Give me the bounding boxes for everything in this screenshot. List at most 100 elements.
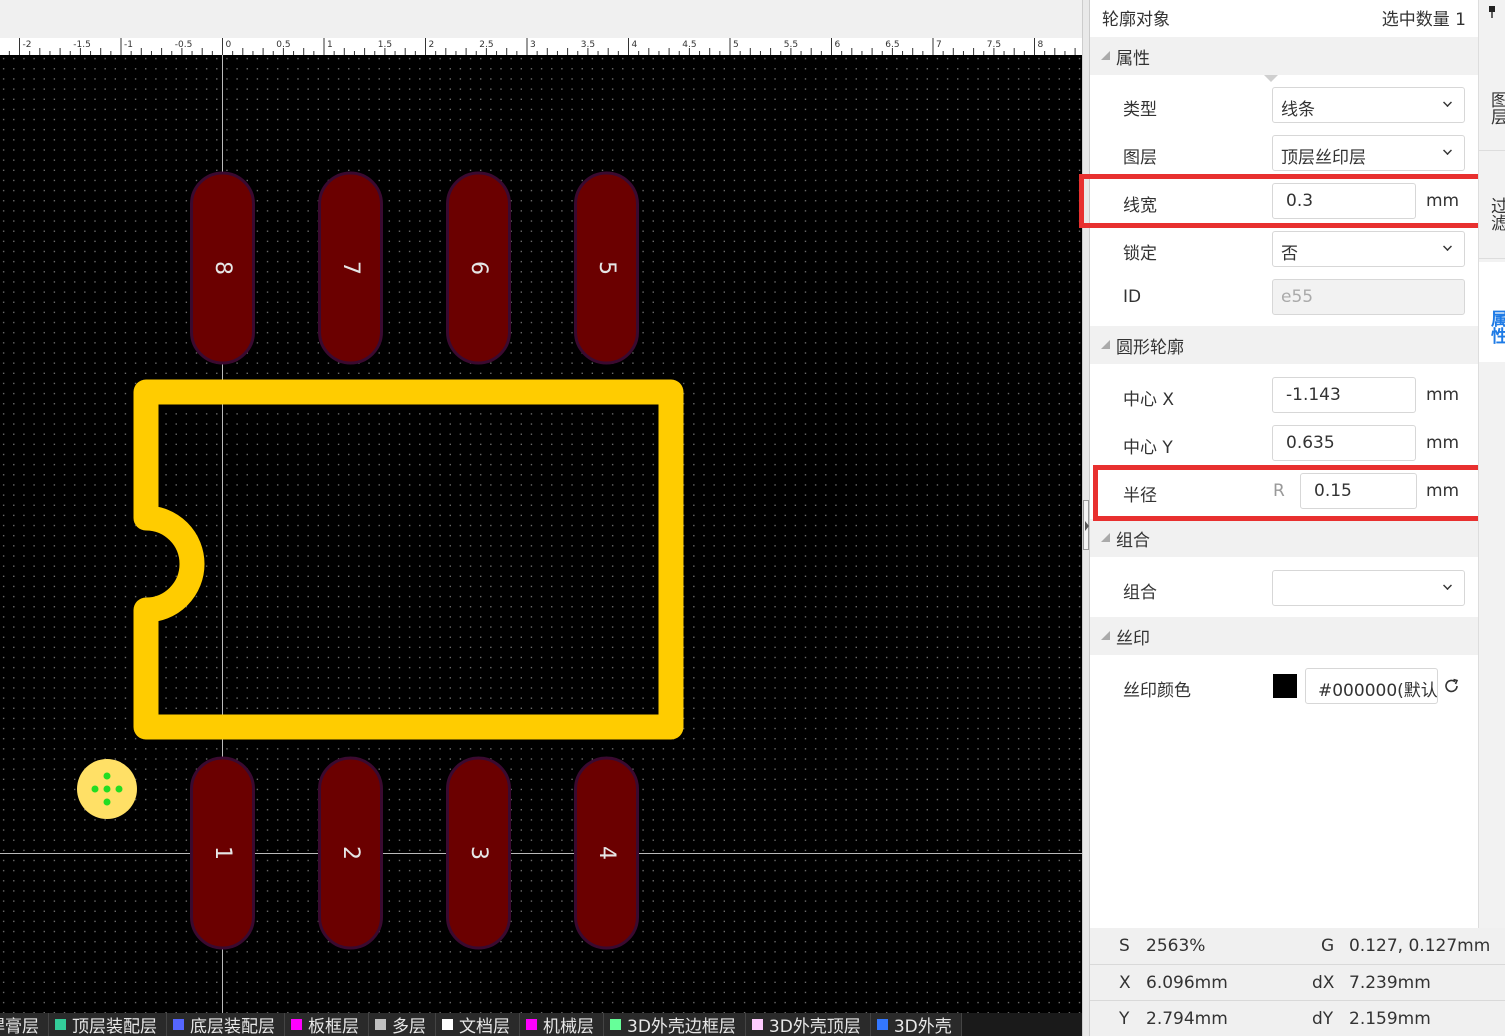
status-row-scale: S 2563% G 0.127, 0.127mm (1119, 936, 1491, 956)
canvas-top-strip (0, 0, 1082, 38)
row-lock: 锁定 否 (1090, 231, 1478, 267)
layer-tab-label: 多层 (392, 1017, 426, 1036)
pad-number: 8 (210, 261, 235, 275)
group-select[interactable] (1272, 570, 1465, 606)
layer-tab-label: 机械层 (543, 1017, 594, 1036)
ruler-label: 0.5 (276, 40, 290, 50)
row-type: 类型 线条 (1090, 87, 1478, 123)
layer-color-swatch (442, 1019, 453, 1030)
origin-marker[interactable] (77, 759, 137, 819)
tab-filter[interactable]: 过滤 (1479, 184, 1505, 244)
reset-icon[interactable] (1443, 677, 1461, 695)
layer-color-swatch (291, 1019, 302, 1030)
silk-color-input[interactable]: #000000(默认 (1305, 668, 1438, 704)
tab-layers[interactable]: 图层 (1479, 78, 1505, 138)
pad-number: 2 (338, 846, 363, 860)
silk-color-swatch[interactable] (1273, 674, 1297, 698)
horizontal-ruler: -2 -1.5 -1 -0.5 0 0.5 1 1.5 2 2.5 3 3.5 4 4.5 5 5.5 6 6.5… (0, 38, 1082, 55)
panel-header: 轮廓对象 选中数量 1 (1090, 0, 1478, 34)
grid-value: 0.127, 0.127mm (1349, 936, 1491, 956)
pad-6[interactable]: 6 (446, 171, 511, 365)
pcb-board-view[interactable]: 8 7 6 5 1 2 3 4 (0, 55, 1082, 1013)
row-id: ID e55 (1090, 279, 1478, 315)
layer-tab-label: 3D外壳边框层 (627, 1017, 736, 1036)
pad-number: 3 (466, 846, 491, 860)
status-row-y: Y 2.794mm dY 2.159mm (1090, 1000, 1505, 1036)
ruler-label: 2 (429, 40, 435, 50)
ruler-label: 7.5 (987, 40, 1001, 50)
pad-7[interactable]: 7 (318, 171, 383, 365)
center-x-input[interactable]: -1.143 (1272, 377, 1416, 413)
layer-tab[interactable]: 3D外壳边框层 (604, 1013, 746, 1036)
pad-2[interactable]: 2 (318, 756, 383, 950)
section-group[interactable]: 组合 (1090, 519, 1478, 557)
tab-properties[interactable]: 属性 (1479, 262, 1505, 362)
layer-tab[interactable]: 3D外壳顶层 (745, 1013, 871, 1036)
layer-tab-label: 底层装配层 (190, 1017, 275, 1036)
type-select[interactable]: 线条 (1272, 87, 1465, 123)
row-group: 组合 (1090, 570, 1478, 606)
row-layer: 图层 顶层丝印层 (1090, 135, 1478, 171)
ruler-label: 4 (632, 40, 638, 50)
pad-3[interactable]: 3 (446, 756, 511, 950)
layer-select[interactable]: 顶层丝印层 (1272, 135, 1465, 171)
ruler-label: 6.5 (885, 40, 899, 50)
highlight-radius (1093, 465, 1483, 521)
collapse-handle[interactable] (1083, 500, 1089, 550)
property-panel: 轮廓对象 选中数量 1 属性 类型 线条 图层 顶层丝印层 线宽 0.3 mm … (1090, 0, 1478, 928)
layer-tab[interactable]: 机械层 (520, 1013, 604, 1036)
layer-tab[interactable]: 焊膏层 (0, 1013, 49, 1036)
ruler-label: 0 (226, 40, 232, 50)
ruler-label: 1.5 (378, 40, 392, 50)
lock-select[interactable]: 否 (1272, 231, 1465, 267)
layer-tab[interactable]: 顶层装配层 (49, 1013, 167, 1036)
status-bar: S 2563% G 0.127, 0.127mm X 6.096mm dX 7.… (1090, 928, 1505, 1036)
pad-1[interactable]: 1 (190, 756, 255, 950)
row-silk-color: 丝印颜色 #000000(默认 (1090, 668, 1478, 704)
pad-5[interactable]: 5 (574, 171, 639, 365)
dropdown-indicator (1264, 75, 1278, 82)
layer-tab-label: 3D外壳 (893, 1017, 952, 1036)
id-field: e55 (1272, 279, 1465, 315)
row-center-y: 中心 Y 0.635 mm (1090, 425, 1478, 461)
layer-tab-label: 焊膏层 (0, 1017, 39, 1036)
ruler-label: 1 (327, 40, 333, 50)
layer-tab-label: 顶层装配层 (72, 1017, 157, 1036)
section-circle-outline[interactable]: 圆形轮廓 (1090, 326, 1478, 364)
layer-color-swatch (610, 1019, 621, 1030)
ruler-label: 8 (1038, 40, 1044, 50)
layer-color-swatch (375, 1019, 386, 1030)
highlight-line-width (1079, 174, 1485, 228)
chevron-down-icon (1443, 98, 1452, 107)
ruler-label: -1 (124, 40, 133, 50)
pad-8[interactable]: 8 (190, 171, 255, 365)
chevron-down-icon (1443, 146, 1452, 155)
ruler-label: -1.5 (73, 40, 91, 50)
chevron-down-icon (1443, 581, 1452, 590)
layer-color-swatch (55, 1019, 66, 1030)
ruler-label: 3.5 (581, 40, 595, 50)
layer-tab[interactable]: 多层 (369, 1013, 436, 1036)
pad-number: 4 (594, 846, 619, 860)
center-y-input[interactable]: 0.635 (1272, 425, 1416, 461)
panel-splitter[interactable] (1082, 0, 1090, 1036)
pin-icon[interactable] (1488, 6, 1496, 18)
pcb-canvas[interactable]: -2 -1.5 -1 -0.5 0 0.5 1 1.5 2 2.5 3 3.5 4 4.5 5 5.5 6 6.5… (0, 0, 1082, 1036)
row-center-x: 中心 X -1.143 mm (1090, 377, 1478, 413)
layer-tab-label: 文档层 (459, 1017, 510, 1036)
layer-tab[interactable]: 文档层 (436, 1013, 520, 1036)
delta-y-value: 2.159mm (1349, 1009, 1431, 1029)
scale-value: 2563% (1146, 936, 1206, 956)
ruler-label: 6 (835, 40, 841, 50)
section-silk[interactable]: 丝印 (1090, 617, 1478, 655)
layer-color-swatch (526, 1019, 537, 1030)
ruler-label: 5 (733, 40, 739, 50)
pad-number: 7 (338, 261, 363, 275)
layer-tab[interactable]: 3D外壳 (870, 1013, 962, 1036)
ruler-label: -2 (23, 40, 32, 50)
layer-color-swatch (876, 1019, 888, 1030)
pad-4[interactable]: 4 (574, 756, 639, 950)
layer-tab[interactable]: 板框层 (285, 1013, 369, 1036)
layer-tab[interactable]: 底层装配层 (167, 1013, 285, 1036)
section-attributes[interactable]: 属性 (1090, 37, 1478, 75)
